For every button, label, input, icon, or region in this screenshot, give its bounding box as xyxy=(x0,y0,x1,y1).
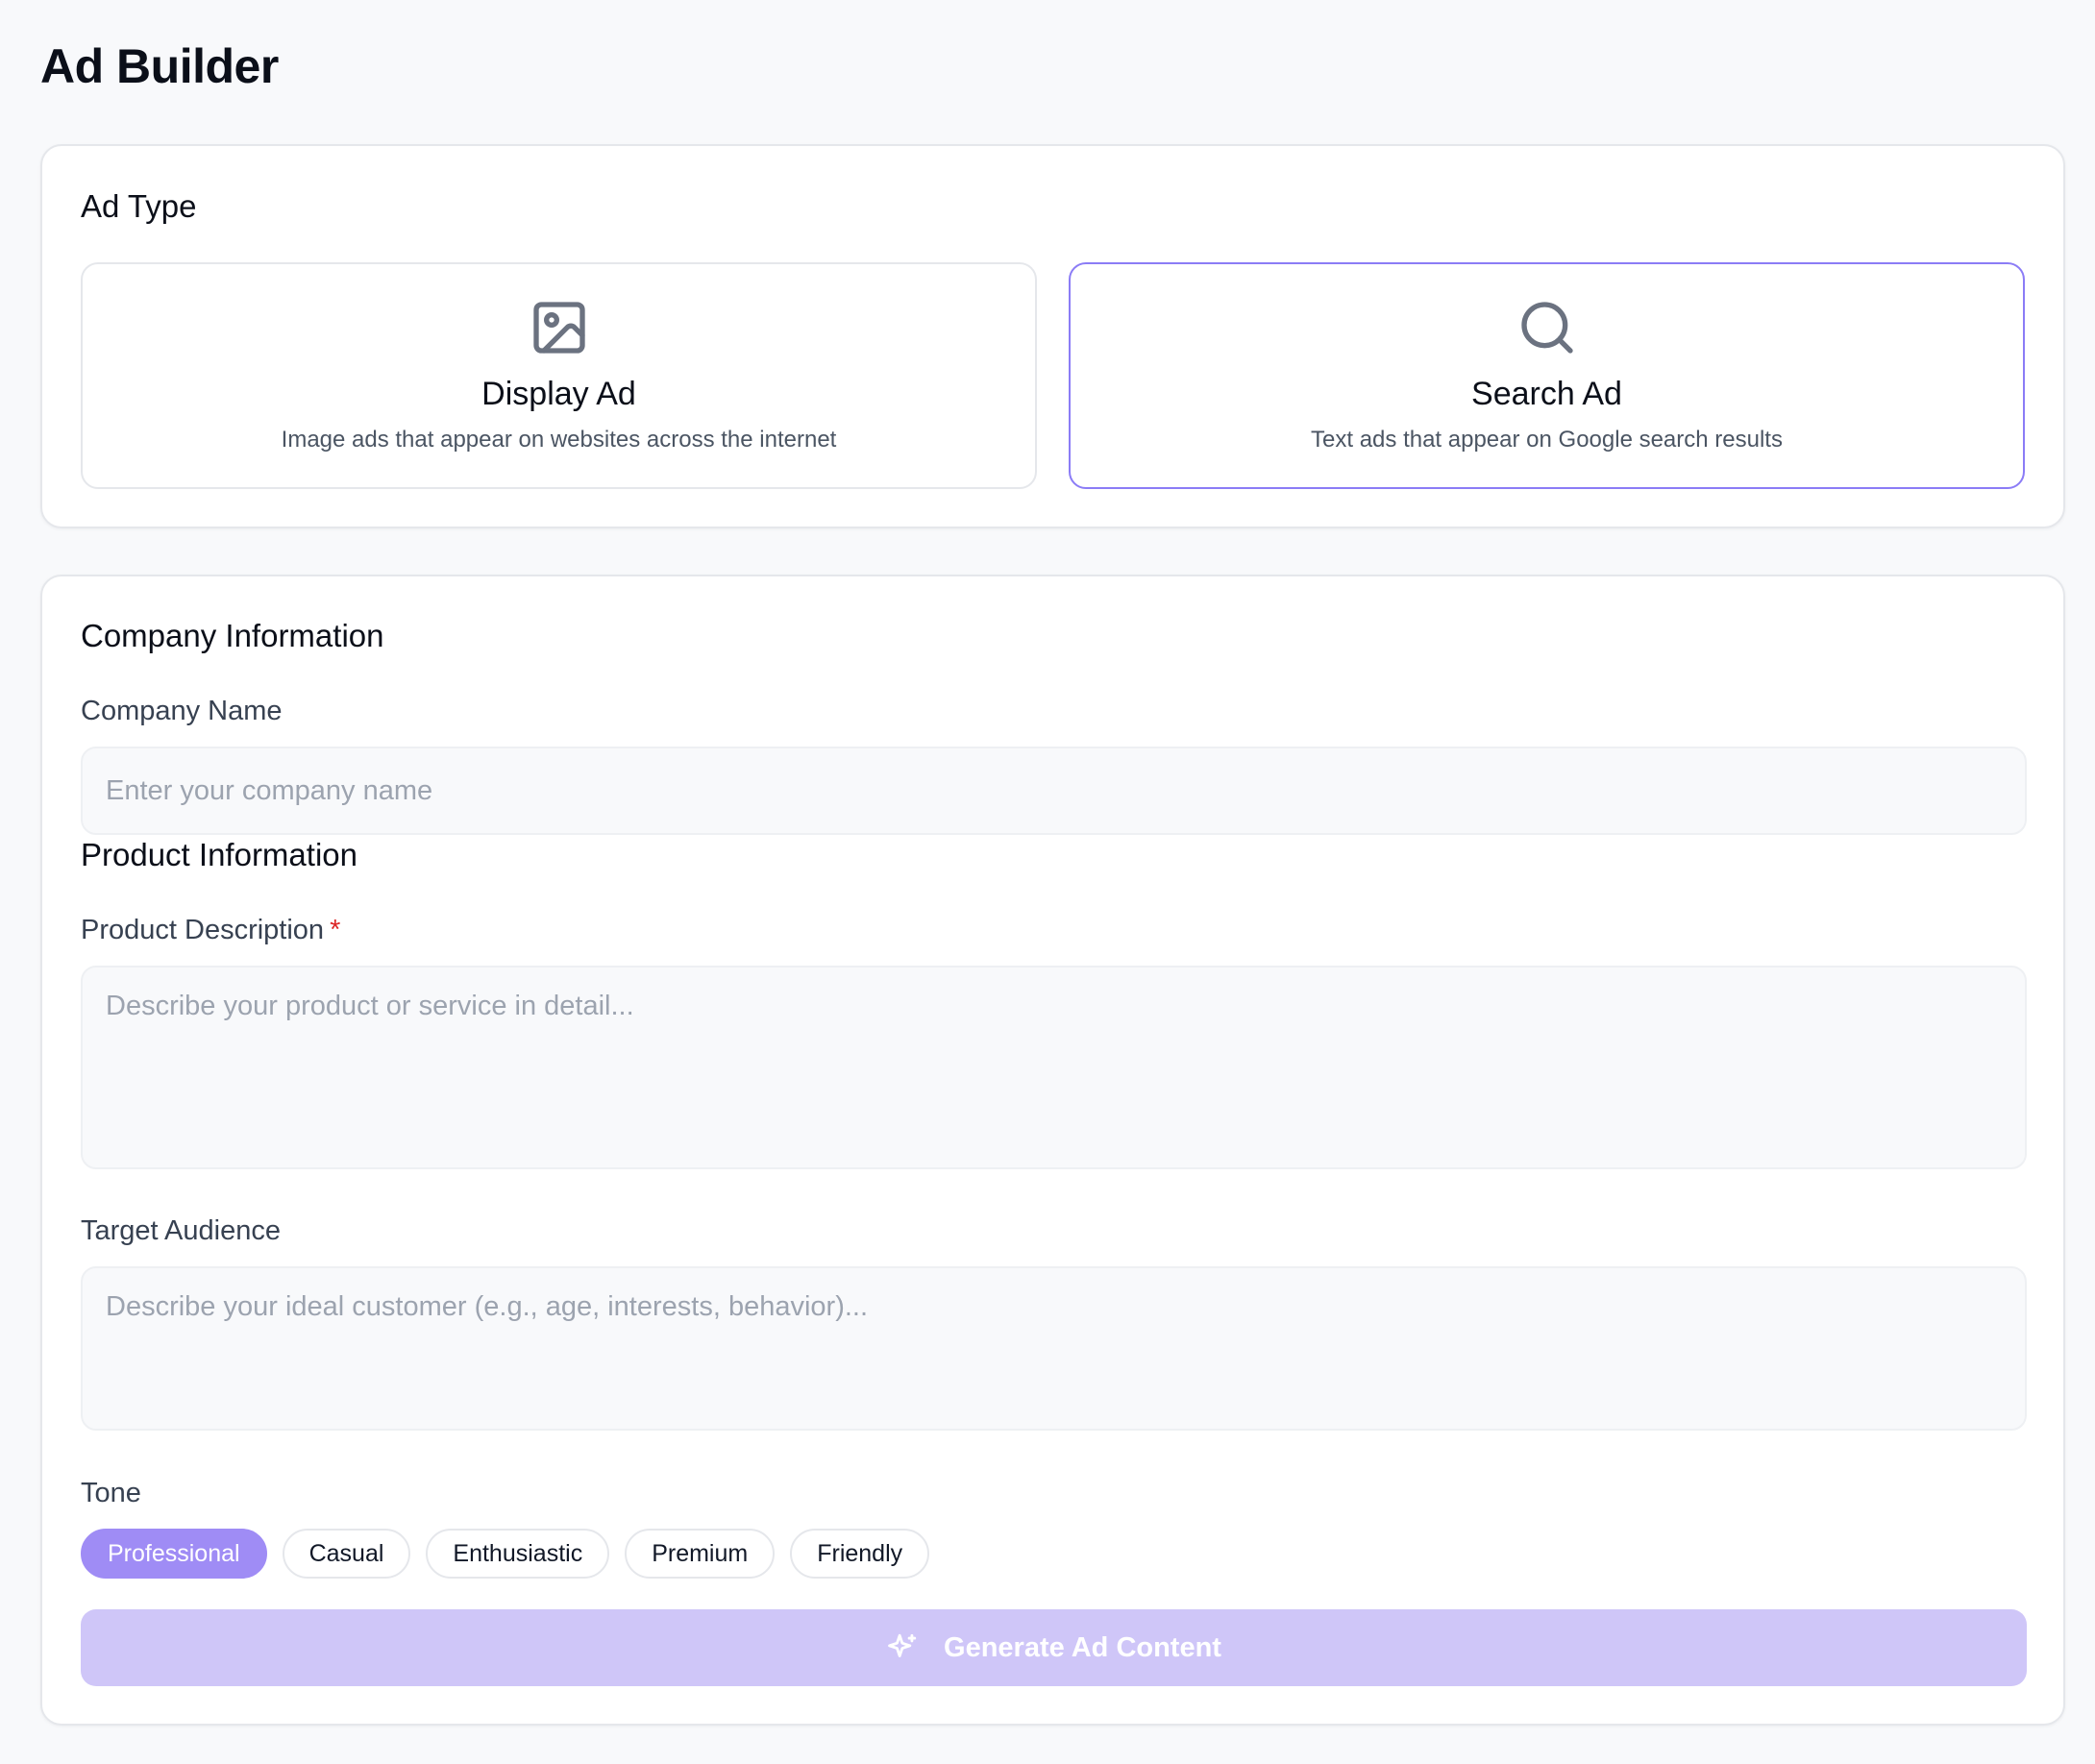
company-info-title: Company Information xyxy=(81,618,384,653)
display-ad-description: Image ads that appear on websites across… xyxy=(281,427,837,453)
page-title: Ad Builder xyxy=(40,39,279,93)
display-ad-title: Display Ad xyxy=(481,376,636,412)
sparkles-icon xyxy=(888,1633,917,1657)
tone-chip-premium[interactable]: Premium xyxy=(625,1529,776,1579)
display-ad-option[interactable]: Display Ad Image ads that appear on webs… xyxy=(81,262,1037,489)
product-description-label-text: Product Description xyxy=(81,915,325,945)
product-info-title: Product Information xyxy=(81,837,357,872)
required-asterisk: * xyxy=(330,915,341,945)
company-name-input[interactable] xyxy=(81,747,2027,835)
search-ad-description: Text ads that appear on Google search re… xyxy=(1311,427,1783,453)
ad-builder-page: Ad Builder Ad Type Display Ad Image ads … xyxy=(0,0,2095,1764)
ad-details-card: Company Information Company Name Product… xyxy=(40,575,2065,1726)
search-ad-option[interactable]: Search Ad Text ads that appear on Google… xyxy=(1069,262,2025,489)
tone-chip-casual[interactable]: Casual xyxy=(282,1529,411,1579)
generate-ad-label: Generate Ad Content xyxy=(944,1631,1221,1663)
target-audience-label: Target Audience xyxy=(81,1215,281,1246)
ad-type-card: Ad Type Display Ad Image ads that appear… xyxy=(40,144,2065,528)
generate-ad-button[interactable]: Generate Ad Content xyxy=(81,1609,2027,1686)
search-icon xyxy=(1520,302,1573,354)
tone-options: Professional Casual Enthusiastic Premium… xyxy=(81,1529,930,1579)
ad-type-title: Ad Type xyxy=(81,188,197,224)
tone-chip-professional[interactable]: Professional xyxy=(81,1529,267,1579)
company-name-label: Company Name xyxy=(81,696,283,726)
tone-chip-enthusiastic[interactable]: Enthusiastic xyxy=(426,1529,610,1579)
search-ad-title: Search Ad xyxy=(1471,376,1622,412)
tone-label: Tone xyxy=(81,1478,141,1508)
target-audience-textarea[interactable] xyxy=(81,1266,2027,1431)
product-description-textarea[interactable] xyxy=(81,966,2027,1169)
image-icon xyxy=(532,302,585,354)
tone-chip-friendly[interactable]: Friendly xyxy=(790,1529,930,1579)
product-description-label: Product Description * xyxy=(81,915,340,946)
